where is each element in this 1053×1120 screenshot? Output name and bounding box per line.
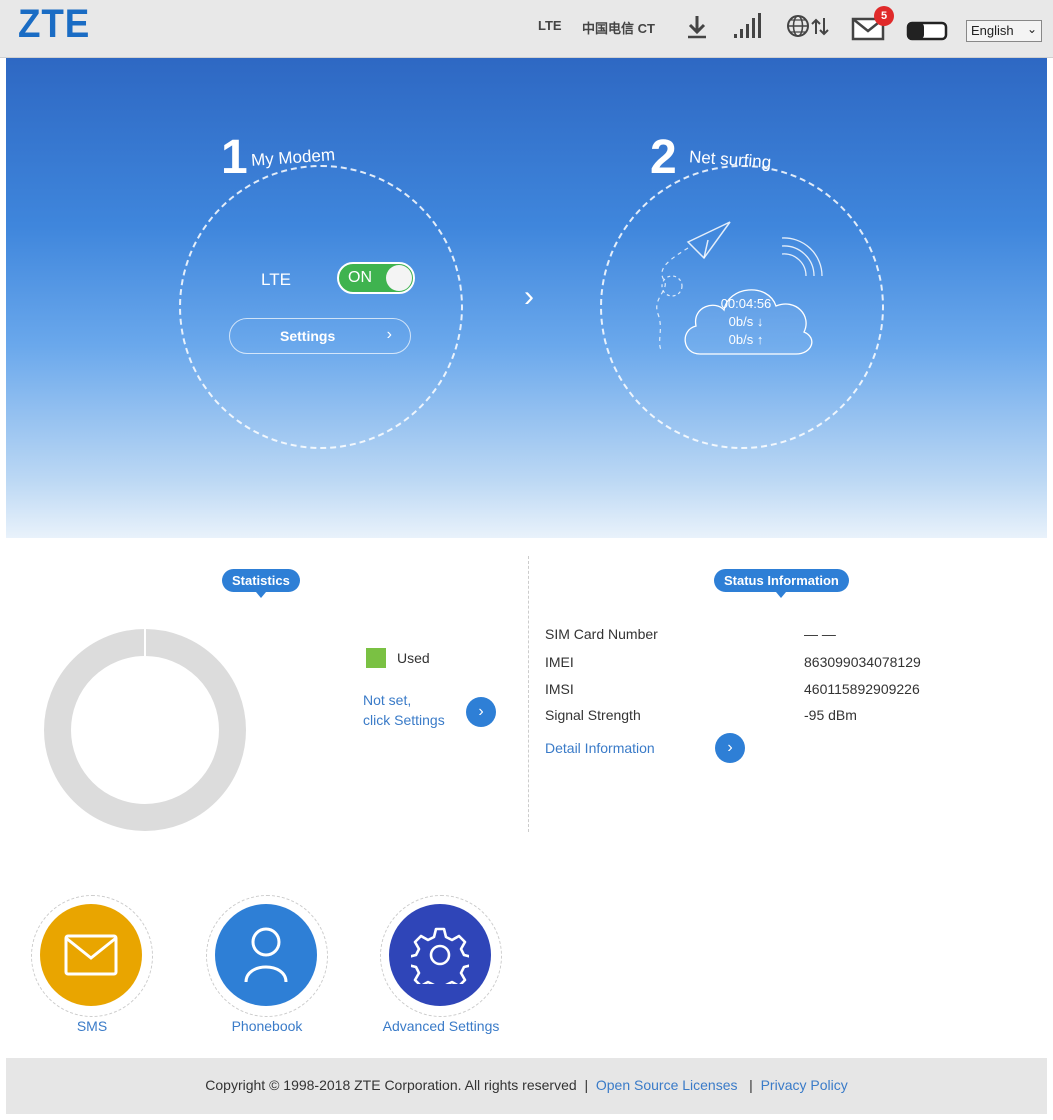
- section-divider: [528, 556, 529, 832]
- internet-connection-icon: [786, 12, 830, 45]
- modem-settings-button[interactable]: Settings ›: [229, 318, 411, 354]
- imei-value: 863099034078129: [804, 654, 921, 670]
- phonebook-label[interactable]: Phonebook: [206, 1018, 328, 1034]
- language-select[interactable]: English ⌄: [966, 20, 1042, 42]
- data-plan-not-set-link[interactable]: Not set, click Settings: [363, 690, 445, 730]
- language-value: English: [971, 23, 1014, 38]
- detail-information-link[interactable]: Detail Information: [545, 740, 655, 756]
- signal-strength-value: -95 dBm: [804, 707, 857, 723]
- signal-strength-icon: [732, 12, 764, 45]
- upload-rate: 0b/s ↑: [728, 332, 764, 347]
- lte-label: LTE: [261, 270, 291, 289]
- lte-toggle[interactable]: ON: [337, 262, 415, 294]
- usage-donut-chart: [44, 629, 246, 831]
- envelope-icon: [64, 934, 118, 976]
- notset-line2: click Settings: [363, 712, 445, 728]
- gear-icon: [411, 927, 469, 984]
- donut-marker: [144, 629, 146, 657]
- copyright-text: Copyright © 1998-2018 ZTE Corporation. A…: [205, 1077, 577, 1093]
- used-legend-swatch: [366, 648, 386, 668]
- settings-label: Settings: [280, 328, 336, 344]
- download-icon: [686, 14, 708, 45]
- my-modem-circle: [179, 165, 463, 449]
- footer: Copyright © 1998-2018 ZTE Corporation. A…: [6, 1058, 1047, 1114]
- chevron-right-icon: ›: [386, 326, 392, 343]
- phonebook-shortcut-circle: [215, 904, 317, 1006]
- toggle-knob: [386, 265, 412, 291]
- download-rate: 0b/s ↓: [728, 314, 764, 329]
- notset-line1: Not set,: [363, 692, 412, 708]
- imsi-label: IMSI: [545, 681, 574, 697]
- open-source-licenses-link[interactable]: Open Source Licenses: [596, 1077, 738, 1093]
- advanced-settings-shortcut[interactable]: [380, 895, 502, 1017]
- sim-card-number-value: — —: [804, 626, 836, 642]
- detail-information-arrow-button[interactable]: ›: [715, 733, 745, 763]
- zte-logo[interactable]: ZTE: [18, 2, 90, 47]
- step-number-2: 2: [650, 131, 677, 184]
- step-number-1: 1: [221, 131, 248, 184]
- statistics-settings-arrow-button[interactable]: ›: [466, 697, 496, 727]
- imei-label: IMEI: [545, 654, 574, 670]
- page: ZTE LTE 中国电信 CT 5 English ⌄ 1 My Modem L…: [0, 0, 1053, 1120]
- sms-shortcut[interactable]: [31, 895, 153, 1017]
- chevron-down-icon: ⌄: [1026, 22, 1037, 36]
- sms-shortcut-circle: [40, 904, 142, 1006]
- imsi-value: 460115892909226: [804, 681, 920, 697]
- toggle-state: ON: [348, 269, 372, 286]
- sim-card-number-label: SIM Card Number: [545, 626, 658, 642]
- connection-duration: 00:04:56: [720, 296, 772, 311]
- statistics-tag: Statistics: [222, 569, 300, 598]
- phonebook-shortcut[interactable]: [206, 895, 328, 1017]
- top-bar: ZTE LTE 中国电信 CT 5 English ⌄: [0, 0, 1053, 58]
- footer-separator: |: [749, 1077, 753, 1093]
- operator-name: 中国电信 CT: [582, 21, 655, 36]
- advanced-settings-shortcut-circle: [389, 904, 491, 1006]
- used-legend-label: Used: [397, 650, 430, 666]
- chevron-right-icon: ›: [524, 280, 534, 313]
- footer-text: Copyright © 1998-2018 ZTE Corporation. A…: [6, 1077, 1047, 1093]
- footer-separator: |: [584, 1077, 589, 1093]
- hero-banner: 1 My Modem LTE ON Settings › › 2 Net sur…: [6, 58, 1047, 538]
- signal-strength-label: Signal Strength: [545, 707, 641, 723]
- advanced-settings-label[interactable]: Advanced Settings: [365, 1018, 517, 1034]
- battery-icon: [906, 21, 948, 46]
- unread-count-badge: 5: [874, 6, 894, 26]
- person-icon: [244, 927, 288, 983]
- status-information-tag: Status Information: [714, 569, 849, 598]
- sms-label[interactable]: SMS: [31, 1018, 153, 1034]
- privacy-policy-link[interactable]: Privacy Policy: [761, 1077, 848, 1093]
- network-type: LTE: [538, 18, 562, 33]
